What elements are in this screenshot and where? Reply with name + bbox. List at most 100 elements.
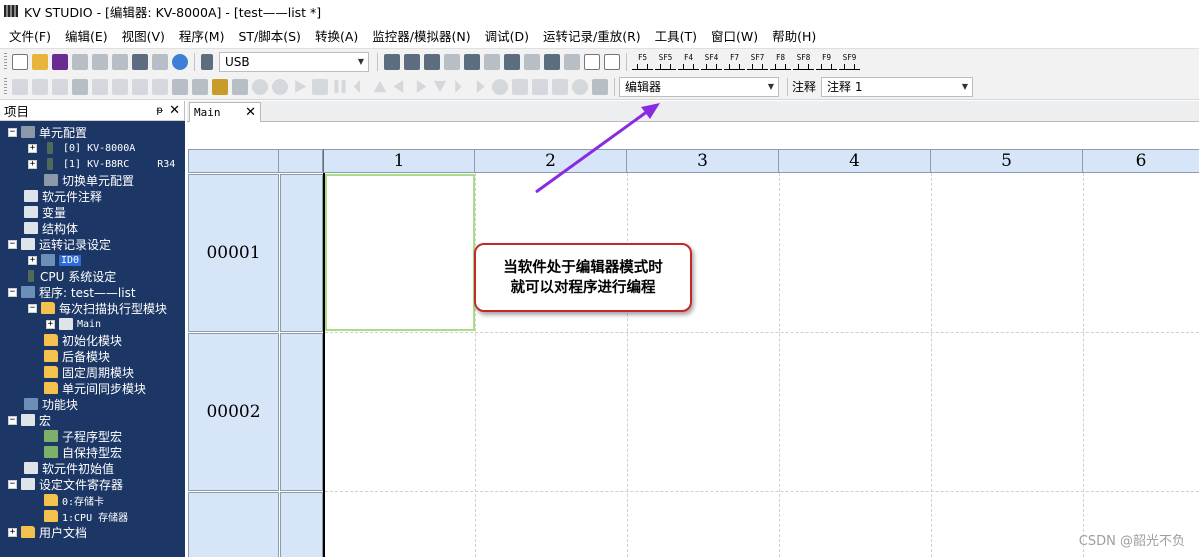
collapse-icon[interactable]: −: [8, 415, 17, 425]
contact-sf5-icon[interactable]: SF5: [655, 53, 676, 70]
column-header[interactable]: 4: [779, 149, 931, 173]
stop-icon[interactable]: [312, 78, 328, 95]
timer-icon[interactable]: [572, 78, 588, 95]
menu-program[interactable]: 程序(M): [172, 26, 232, 45]
tree-item-sync-module[interactable]: 单元间同步模块: [44, 380, 146, 396]
pin-icon[interactable]: ᵽ: [156, 105, 163, 116]
menu-st-script[interactable]: ST/脚本(S): [231, 26, 307, 45]
record-icon[interactable]: [252, 78, 268, 95]
expand-icon[interactable]: +: [8, 527, 17, 537]
expand-icon[interactable]: +: [46, 319, 55, 329]
contact-sf4-icon[interactable]: SF4: [701, 53, 722, 70]
tree-item-cpu-memory[interactable]: 1:CPU 存储器: [44, 508, 128, 524]
tree-item-oplog-settings[interactable]: − 运转记录设定: [8, 236, 111, 252]
coil-sf7-icon[interactable]: SF7: [747, 53, 768, 70]
menu-edit[interactable]: 编辑(E): [58, 26, 115, 45]
tree-item-memory-card[interactable]: 0:存储卡: [44, 492, 104, 508]
contact-f5-icon[interactable]: F5: [632, 53, 653, 70]
tab-main[interactable]: Main ✕: [189, 102, 261, 122]
close-icon[interactable]: ✕: [245, 105, 256, 120]
column-header[interactable]: 1: [323, 149, 475, 173]
grid-icon[interactable]: [112, 78, 128, 95]
device-icon[interactable]: [132, 78, 148, 95]
up-icon[interactable]: [373, 80, 387, 93]
fast-forward-icon[interactable]: [455, 80, 462, 93]
step-forward-icon[interactable]: [416, 80, 427, 93]
device-list-icon[interactable]: [544, 53, 560, 70]
hex-icon[interactable]: [592, 78, 608, 95]
menu-help[interactable]: 帮助(H): [765, 26, 823, 45]
menu-monitor-simulator[interactable]: 监控器/模拟器(N): [365, 26, 477, 45]
help-icon[interactable]: [172, 53, 188, 70]
next-icon[interactable]: [476, 80, 485, 93]
tree-item-unit-1[interactable]: + [1] KV-B8RC R34: [28, 156, 175, 172]
cross-reference-icon[interactable]: [524, 53, 540, 70]
online-edit-icon[interactable]: [444, 53, 460, 70]
play-icon[interactable]: [295, 80, 307, 93]
tree-item-program[interactable]: − 程序: test——list: [8, 284, 136, 300]
menu-convert[interactable]: 转换(A): [308, 26, 365, 45]
save-icon[interactable]: [52, 53, 68, 70]
collapse-icon[interactable]: −: [8, 479, 17, 489]
tool-icon[interactable]: [152, 78, 168, 95]
timer-settings-icon[interactable]: [172, 78, 188, 95]
edit-cursor[interactable]: [325, 174, 475, 331]
warning-icon[interactable]: [212, 78, 228, 95]
menu-view[interactable]: 视图(V): [115, 26, 172, 45]
expand-icon[interactable]: +: [28, 159, 37, 169]
menu-window[interactable]: 窗口(W): [704, 26, 765, 45]
expand-icon[interactable]: +: [28, 143, 37, 153]
transfer-to-plc-icon[interactable]: [384, 53, 400, 70]
toolbar-grip[interactable]: [4, 52, 7, 71]
collapse-icon[interactable]: −: [28, 303, 37, 313]
new-file-icon[interactable]: [12, 53, 28, 70]
row-number[interactable]: 00002: [188, 333, 279, 491]
down-circle-icon[interactable]: [492, 78, 508, 95]
list-numbered-icon[interactable]: [52, 78, 68, 95]
tree-item-standby-module[interactable]: 后备模块: [44, 348, 110, 364]
tree-item-device-comment[interactable]: 软元件注释: [24, 188, 102, 204]
import-icon[interactable]: [92, 53, 108, 70]
tree-item-fixed-module[interactable]: 固定周期模块: [44, 364, 134, 380]
tree-item-init-module[interactable]: 初始化模块: [44, 332, 122, 348]
screen-icon[interactable]: [552, 78, 568, 95]
tree-item-sub-macro[interactable]: 子程序型宏: [44, 428, 122, 444]
tree-item-cpu-settings[interactable]: CPU 系统设定: [24, 268, 116, 284]
print-preview-icon[interactable]: [152, 53, 168, 70]
pause-icon[interactable]: [334, 80, 346, 93]
check-icon[interactable]: [504, 53, 520, 70]
hand-icon[interactable]: [512, 78, 528, 95]
collapse-icon[interactable]: −: [8, 127, 17, 137]
export-icon[interactable]: [72, 53, 88, 70]
tree-item-device-init[interactable]: 软元件初始值: [24, 460, 114, 476]
column-header[interactable]: 5: [931, 149, 1083, 173]
tree-item-switch-unit-config[interactable]: 切换单元配置: [44, 172, 134, 188]
comment-select[interactable]: 注释 1 ▼: [821, 76, 974, 97]
instruction-f8-icon[interactable]: F8: [770, 53, 791, 70]
read-from-plc-icon[interactable]: [404, 53, 420, 70]
stop-record-icon[interactable]: [272, 78, 288, 95]
menu-operation-log[interactable]: 运转记录/重放(R): [536, 26, 648, 45]
column-header[interactable]: 6: [1083, 149, 1199, 173]
contact-f4-icon[interactable]: F4: [678, 53, 699, 70]
batch-monitor-icon[interactable]: [564, 53, 580, 70]
tree-item-function-block[interactable]: 功能块: [24, 396, 78, 412]
tree-item-struct[interactable]: 结构体: [24, 220, 78, 236]
tree-item-file-register[interactable]: − 设定文件寄存器: [8, 476, 123, 492]
toolbar-grip[interactable]: [4, 77, 7, 96]
comment-icon[interactable]: [532, 78, 548, 95]
tree-item-unit-0[interactable]: + [0] KV-8000A: [28, 140, 135, 156]
tree-item-scan-module[interactable]: − 每次扫描执行型模块: [28, 300, 167, 316]
clock-settings-icon[interactable]: [192, 78, 208, 95]
menu-tools[interactable]: 工具(T): [648, 26, 704, 45]
menu-debug[interactable]: 调试(D): [478, 26, 536, 45]
row-number[interactable]: 00001: [188, 174, 279, 332]
collapse-icon[interactable]: −: [8, 287, 17, 297]
pen-icon[interactable]: [12, 78, 28, 95]
instruction-sf8-icon[interactable]: SF8: [793, 53, 814, 70]
connection-select[interactable]: USB ▼: [219, 51, 369, 72]
row-number[interactable]: [188, 492, 279, 557]
tree-item-variables[interactable]: 变量: [24, 204, 66, 220]
ladder-grid[interactable]: 1 2 3 4 5 6 00001 00002 当软件处于编辑器模式时 就可以对…: [187, 123, 1199, 557]
column-header[interactable]: 3: [627, 149, 779, 173]
